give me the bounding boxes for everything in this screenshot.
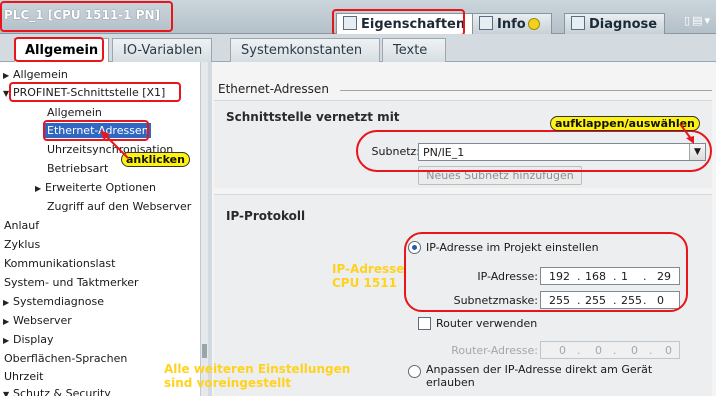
arrowhead-dropdown: [686, 136, 694, 144]
arrow-to-ethernet: [103, 133, 129, 159]
annotation-arrows: [100, 123, 694, 159]
